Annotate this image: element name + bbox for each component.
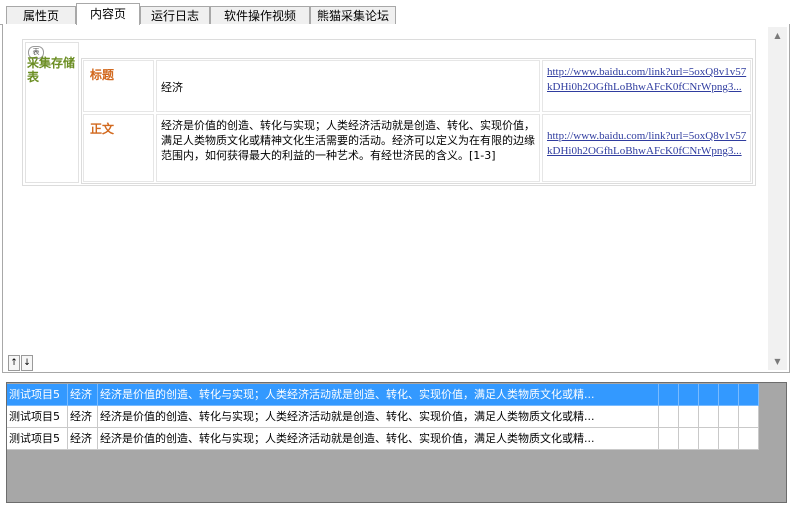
table-row[interactable]: 测试项目5 经济 经济是价值的创造、转化与实现；人类经济活动就是创造、转化、实现… [7, 428, 759, 450]
sort-buttons: ↑ ↓ [8, 355, 34, 371]
data-grid: 测试项目5 经济 经济是价值的创造、转化与实现；人类经济活动就是创造、转化、实现… [6, 382, 787, 503]
field-url-body-link[interactable]: http://www.baidu.com/link?url=5oxQ8v1v57… [547, 129, 747, 159]
grid-cell-empty[interactable] [739, 384, 759, 406]
grid-cell-empty[interactable] [679, 384, 699, 406]
grid-cell-empty[interactable] [679, 406, 699, 428]
storage-table-title: 采集存储表 [27, 56, 76, 84]
grid-cell-empty[interactable] [699, 406, 719, 428]
tab-content[interactable]: 内容页 [76, 3, 140, 25]
grid-cell-title[interactable]: 经济 [68, 406, 98, 428]
grid-cell-empty[interactable] [679, 428, 699, 450]
grid-cell-empty[interactable] [659, 384, 679, 406]
tab-software-videos[interactable]: 软件操作视频 [210, 6, 310, 24]
field-label-body: 正文 [90, 122, 115, 136]
field-url-cell: http://www.baidu.com/link?url=5oxQ8v1v57… [542, 114, 751, 182]
field-value-cell: 经济 [156, 60, 540, 112]
tab-run-log[interactable]: 运行日志 [140, 6, 210, 24]
field-url-cell: http://www.baidu.com/link?url=5oxQ8v1v57… [542, 60, 751, 112]
grid-cell-empty[interactable] [739, 428, 759, 450]
grid-cell-title[interactable]: 经济 [68, 384, 98, 406]
field-label-cell: 标题 [83, 60, 154, 112]
grid-cell-empty[interactable] [699, 428, 719, 450]
storage-table-label-cell: 表 采集存储表 [25, 42, 79, 183]
content-vertical-scrollbar[interactable]: ▲ ▼ [768, 27, 787, 370]
grid-cell-project[interactable]: 测试项目5 [7, 406, 68, 428]
field-label-cell: 正文 [83, 114, 154, 182]
scroll-up-arrow-icon[interactable]: ▲ [768, 27, 787, 44]
grid-cell-empty[interactable] [719, 428, 739, 450]
move-down-button[interactable]: ↓ [21, 355, 33, 371]
scroll-down-arrow-icon[interactable]: ▼ [768, 353, 787, 370]
table-row[interactable]: 测试项目5 经济 经济是价值的创造、转化与实现；人类经济活动就是创造、转化、实现… [7, 384, 759, 406]
grid-cell-content[interactable]: 经济是价值的创造、转化与实现；人类经济活动就是创造、转化、实现价值，满足人类物质… [98, 406, 659, 428]
grid-cell-empty[interactable] [699, 384, 719, 406]
grid-cell-empty[interactable] [659, 406, 679, 428]
fields-table: 标题 经济 http://www.baidu.com/link?url=5oxQ… [81, 58, 753, 184]
field-url-title-link[interactable]: http://www.baidu.com/link?url=5oxQ8v1v57… [547, 65, 747, 95]
tab-bar: 属性页 内容页 运行日志 软件操作视频 熊猫采集论坛 [0, 0, 792, 25]
grid-cell-project[interactable]: 测试项目5 [7, 428, 68, 450]
table-row[interactable]: 测试项目5 经济 经济是价值的创造、转化与实现；人类经济活动就是创造、转化、实现… [7, 406, 759, 428]
field-label-title: 标题 [90, 68, 115, 82]
tab-properties[interactable]: 属性页 [6, 6, 76, 24]
grid-cell-empty[interactable] [719, 384, 739, 406]
storage-table: 表 采集存储表 标题 经济 http://www.baidu.com/link?… [22, 39, 756, 186]
grid-cell-empty[interactable] [739, 406, 759, 428]
field-value-cell: 经济是价值的创造、转化与实现；人类经济活动就是创造、转化、实现价值，满足人类物质… [156, 114, 540, 182]
field-value-title: 经济 [161, 81, 183, 94]
grid-cell-project[interactable]: 测试项目5 [7, 384, 68, 406]
grid-cell-content[interactable]: 经济是价值的创造、转化与实现；人类经济活动就是创造、转化、实现价值，满足人类物质… [98, 428, 659, 450]
tab-forum[interactable]: 熊猫采集论坛 [310, 6, 396, 24]
move-up-button[interactable]: ↑ [8, 355, 20, 371]
grid-cell-content[interactable]: 经济是价值的创造、转化与实现；人类经济活动就是创造、转化、实现价值，满足人类物质… [98, 384, 659, 406]
grid-cell-title[interactable]: 经济 [68, 428, 98, 450]
grid-cell-empty[interactable] [719, 406, 739, 428]
field-value-body: 经济是价值的创造、转化与实现；人类经济活动就是创造、转化、实现价值，满足人类物质… [161, 119, 535, 162]
grid-cell-empty[interactable] [659, 428, 679, 450]
